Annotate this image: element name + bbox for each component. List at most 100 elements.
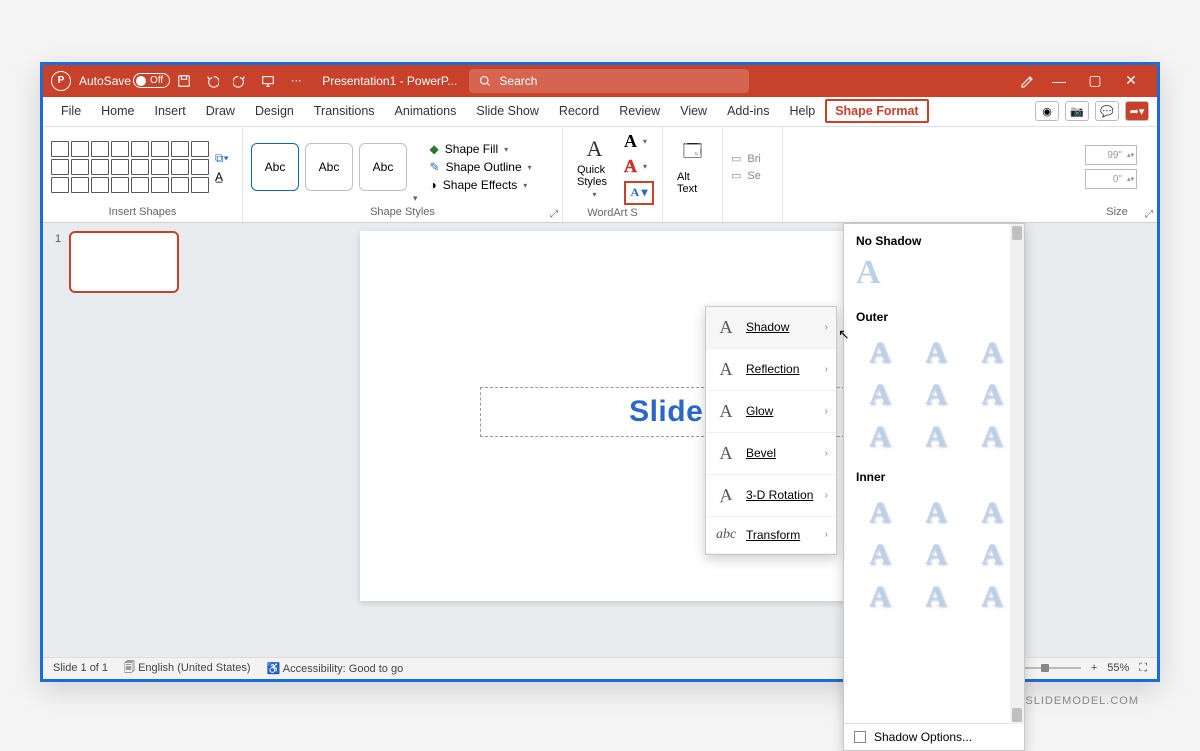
shadow-preset[interactable]: A xyxy=(912,580,960,614)
height-input[interactable]: 99" xyxy=(1085,145,1137,165)
search-icon xyxy=(479,75,491,87)
accessibility-indicator[interactable]: ♿ Accessibility: Good to go xyxy=(267,662,404,675)
shape-outline-button[interactable]: ✎Shape Outline▾ xyxy=(430,160,532,174)
tab-home[interactable]: Home xyxy=(91,96,144,126)
group-label: WordArt S xyxy=(571,205,654,220)
tab-addins[interactable]: Add-ins xyxy=(717,96,779,126)
tab-help[interactable]: Help xyxy=(779,96,825,126)
fx-reflection[interactable]: AReflection› xyxy=(706,349,836,391)
search-box[interactable]: Search xyxy=(469,69,749,93)
shape-effects-button[interactable]: ◑Shape Effects▾ xyxy=(430,178,532,192)
dialog-launcher-icon[interactable]: ⤢ xyxy=(1145,209,1153,220)
shape-style-preset-2[interactable]: Abc xyxy=(305,143,353,191)
shadow-preset[interactable]: A xyxy=(856,336,904,370)
shadow-preset[interactable]: A xyxy=(968,538,1016,572)
shadow-preset[interactable]: A xyxy=(856,538,904,572)
minimize-button[interactable]: — xyxy=(1041,73,1077,89)
shadow-preset[interactable]: A xyxy=(856,378,904,412)
ribbon: ⧉▾ A̲ Insert Shapes Abc Abc Abc ▾ ◆Shape… xyxy=(43,127,1157,223)
tab-slideshow[interactable]: Slide Show xyxy=(466,96,549,126)
close-button[interactable]: ✕ xyxy=(1113,72,1149,89)
slide-thumbnail-1[interactable] xyxy=(69,231,179,293)
comments-icon[interactable]: 💬 xyxy=(1095,101,1119,121)
tab-file[interactable]: File xyxy=(51,96,91,126)
text-fill-icon[interactable]: A xyxy=(624,131,637,152)
inner-header: Inner xyxy=(844,460,1024,490)
shadow-preset[interactable]: A xyxy=(912,336,960,370)
record-button-icon[interactable]: ◉ xyxy=(1035,101,1059,121)
cursor-icon: ↖ xyxy=(838,326,850,343)
slide-counter[interactable]: Slide 1 of 1 xyxy=(53,662,108,674)
tab-draw[interactable]: Draw xyxy=(196,96,245,126)
gallery-more-icon[interactable]: ▾ xyxy=(413,193,418,204)
no-shadow-preset[interactable]: A xyxy=(844,254,1024,300)
undo-icon[interactable] xyxy=(201,70,223,92)
dialog-launcher-icon[interactable]: ⤢ xyxy=(550,209,558,220)
quick-styles-button[interactable]: A Quick Styles▾ xyxy=(571,136,618,199)
shape-fill-button[interactable]: ◆Shape Fill▾ xyxy=(430,142,532,156)
tab-transitions[interactable]: Transitions xyxy=(304,96,385,126)
tab-record[interactable]: Record xyxy=(549,96,609,126)
watermark: SLIDEMODEL.COM xyxy=(1025,695,1139,707)
text-box-icon[interactable]: A̲ xyxy=(215,170,229,184)
scrollbar[interactable] xyxy=(1010,224,1024,724)
shape-style-preset-3[interactable]: Abc xyxy=(359,143,407,191)
maximize-button[interactable]: ▢ xyxy=(1077,72,1113,89)
fx-transform[interactable]: abcTransform› xyxy=(706,517,836,554)
save-icon[interactable] xyxy=(173,70,195,92)
tab-animations[interactable]: Animations xyxy=(385,96,467,126)
fx-glow[interactable]: AGlow› xyxy=(706,391,836,433)
shadow-preset[interactable]: A xyxy=(968,336,1016,370)
group-size: 99" 0" Size ⤢ xyxy=(1077,127,1157,222)
inner-shadow-grid: AAA AAA AAA xyxy=(844,490,1024,620)
share-button[interactable]: ➦▾ xyxy=(1125,101,1149,121)
shadow-options-button[interactable]: Shadow Options... xyxy=(844,723,1024,750)
tab-review[interactable]: Review xyxy=(609,96,670,126)
shadow-preset[interactable]: A xyxy=(912,420,960,454)
bring-forward-button[interactable]: ▭ Bri xyxy=(731,152,761,165)
shapes-gallery[interactable] xyxy=(51,141,209,193)
shadow-preset[interactable]: A xyxy=(856,580,904,614)
fit-to-window-icon[interactable]: ⛶ xyxy=(1139,662,1147,675)
shadow-preset[interactable]: A xyxy=(968,496,1016,530)
present-icon[interactable] xyxy=(257,70,279,92)
language-indicator[interactable]: 🗐 English (United States) xyxy=(124,659,251,678)
camera-icon[interactable]: 📷 xyxy=(1065,101,1089,121)
shadow-preset[interactable]: A xyxy=(912,538,960,572)
shadow-preset[interactable]: A xyxy=(912,496,960,530)
tab-view[interactable]: View xyxy=(670,96,717,126)
zoom-in-icon[interactable]: + xyxy=(1091,662,1097,674)
tab-insert[interactable]: Insert xyxy=(145,96,196,126)
text-outline-icon[interactable]: A xyxy=(624,156,637,177)
slide-thumbnail-pane[interactable] xyxy=(43,223,203,657)
selection-pane-button[interactable]: ▭ Se xyxy=(731,169,761,182)
text-effects-button[interactable]: A ▾ xyxy=(624,181,654,205)
qat-overflow-icon[interactable]: ⋯ xyxy=(285,70,307,92)
shadow-preset[interactable]: A xyxy=(968,378,1016,412)
group-label xyxy=(671,204,714,220)
fx-shadow[interactable]: AShadow› xyxy=(706,307,836,349)
shadow-preset[interactable]: A xyxy=(856,496,904,530)
alt-text-button[interactable]: 🗔 Alt Text xyxy=(671,139,714,195)
redo-icon[interactable] xyxy=(229,70,251,92)
shape-style-preset-1[interactable]: Abc xyxy=(251,143,299,191)
group-label: Shape Styles xyxy=(251,204,554,220)
group-shape-styles: Abc Abc Abc ▾ ◆Shape Fill▾ ✎Shape Outlin… xyxy=(243,127,563,222)
tab-shape-format[interactable]: Shape Format xyxy=(825,99,928,123)
autosave-toggle[interactable]: Off xyxy=(133,73,170,88)
fx-3d-rotation[interactable]: A3-D Rotation› xyxy=(706,475,836,517)
shadow-preset[interactable]: A xyxy=(968,580,1016,614)
width-input[interactable]: 0" xyxy=(1085,169,1137,189)
shadow-preset[interactable]: A xyxy=(968,420,1016,454)
shadow-preset[interactable]: A xyxy=(856,420,904,454)
zoom-level[interactable]: 55% xyxy=(1107,662,1129,674)
group-arrange: ▭ Bri ▭ Se xyxy=(723,127,783,222)
coming-soon-icon[interactable] xyxy=(1016,70,1038,92)
no-shadow-header: No Shadow xyxy=(844,224,1024,254)
tab-design[interactable]: Design xyxy=(245,96,304,126)
group-wordart-styles: A Quick Styles▾ A▾ A▾ A ▾ WordArt S xyxy=(563,127,663,222)
powerpoint-logo-icon: P xyxy=(51,71,71,91)
edit-shape-icon[interactable]: ⧉▾ xyxy=(215,151,229,166)
shadow-preset[interactable]: A xyxy=(912,378,960,412)
fx-bevel[interactable]: ABevel› xyxy=(706,433,836,475)
